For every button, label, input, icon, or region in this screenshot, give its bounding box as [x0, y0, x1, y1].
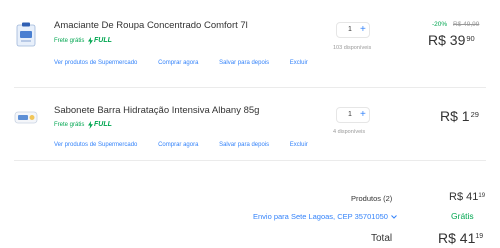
- total-label: Total: [371, 233, 393, 244]
- full-badge: FULL: [94, 121, 112, 128]
- total-cents: 19: [475, 233, 484, 240]
- price-cents: 29: [470, 110, 479, 119]
- view-supermarket-link[interactable]: Ver produtos de Supermercado: [54, 60, 137, 66]
- original-price: R$ 49,99: [453, 21, 480, 28]
- price-integer: R$ 39: [428, 32, 466, 48]
- shipping-destination-text: Envio para Sete Lagoas, CEP 35701050: [253, 212, 388, 221]
- item-title[interactable]: Amaciante De Roupa Concentrado Comfort 7…: [54, 20, 248, 31]
- cart-item: Sabonete Barra Hidratação Intensiva Alba…: [0, 88, 500, 158]
- item-price: R$ 129: [440, 108, 479, 124]
- item-title[interactable]: Sabonete Barra Hidratação Intensiva Alba…: [54, 105, 259, 116]
- total-value: R$ 4119: [438, 230, 483, 246]
- lightning-bolt-icon: [88, 121, 93, 129]
- quantity-value: 1: [348, 26, 352, 33]
- item-actions: Ver produtos de Supermercado Comprar ago…: [54, 60, 327, 66]
- available-stock: 103 disponíveis: [333, 45, 372, 51]
- free-shipping-label: Frete grátis: [54, 38, 85, 44]
- plus-icon[interactable]: +: [360, 24, 366, 35]
- plus-icon[interactable]: +: [360, 109, 366, 120]
- quantity-stepper[interactable]: 1 +: [336, 107, 370, 123]
- item-actions: Ver produtos de Supermercado Comprar ago…: [54, 142, 327, 148]
- product-thumbnail-comfort[interactable]: [14, 22, 38, 48]
- subtotal-integer: R$ 41: [449, 191, 479, 203]
- shipping-free-value: Grátis: [451, 211, 474, 221]
- shipping-destination-link[interactable]: Envio para Sete Lagoas, CEP 35701050: [253, 212, 397, 221]
- delete-link[interactable]: Excluir: [290, 142, 308, 148]
- section-divider: [14, 160, 486, 161]
- view-supermarket-link[interactable]: Ver produtos de Supermercado: [54, 142, 137, 148]
- chevron-down-icon: [391, 215, 397, 219]
- price-cents: 90: [466, 34, 475, 43]
- cart-item: Amaciante De Roupa Concentrado Comfort 7…: [0, 0, 500, 85]
- full-badge: FULL: [94, 37, 112, 44]
- free-shipping-label: Frete grátis: [54, 122, 85, 128]
- quantity-stepper[interactable]: 1 +: [336, 22, 370, 38]
- delete-link[interactable]: Excluir: [290, 60, 308, 66]
- item-price: R$ 3990: [428, 32, 475, 48]
- discount-badge: -20%: [432, 21, 448, 28]
- product-thumbnail-albany[interactable]: [14, 104, 38, 130]
- lightning-bolt-icon: [88, 37, 93, 45]
- subtotal-cents: 19: [478, 193, 486, 199]
- buy-now-link[interactable]: Comprar agora: [158, 142, 198, 148]
- price-integer: R$ 1: [440, 108, 470, 124]
- products-subtotal: R$ 4119: [449, 191, 485, 203]
- buy-now-link[interactable]: Comprar agora: [158, 60, 198, 66]
- total-integer: R$ 41: [438, 230, 476, 246]
- save-for-later-link[interactable]: Salvar para depois: [219, 142, 269, 148]
- quantity-value: 1: [348, 111, 352, 118]
- products-count-label: Produtos (2): [351, 194, 393, 203]
- save-for-later-link[interactable]: Salvar para depois: [219, 60, 269, 66]
- available-stock: 4 disponíveis: [333, 129, 366, 135]
